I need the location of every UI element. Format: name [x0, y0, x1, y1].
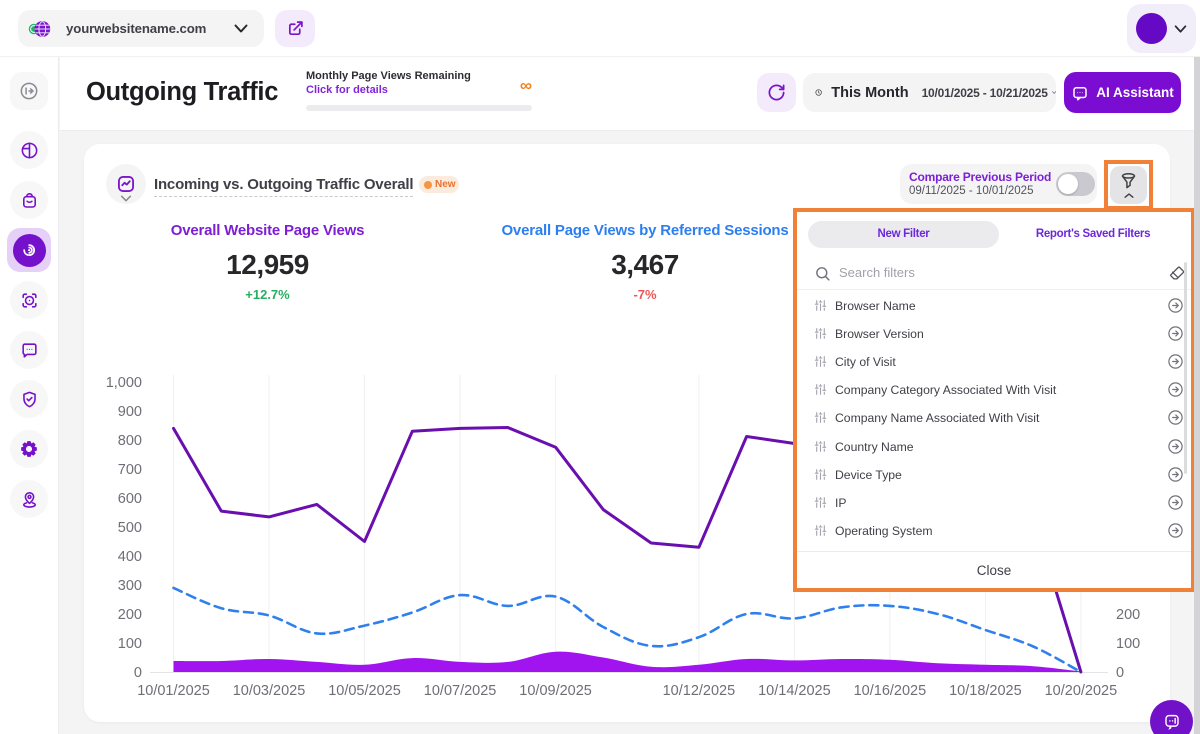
svg-text:100: 100	[118, 636, 142, 652]
svg-text:10/09/2025: 10/09/2025	[519, 683, 592, 699]
svg-text:10/16/2025: 10/16/2025	[854, 683, 927, 699]
svg-text:900: 900	[118, 404, 142, 420]
svg-text:10/07/2025: 10/07/2025	[424, 683, 497, 699]
svg-text:200: 200	[1116, 607, 1140, 623]
svg-text:10/03/2025: 10/03/2025	[233, 683, 306, 699]
svg-text:0: 0	[1116, 665, 1124, 681]
svg-text:400: 400	[118, 549, 142, 565]
svg-text:700: 700	[118, 462, 142, 478]
svg-text:10/18/2025: 10/18/2025	[949, 683, 1022, 699]
svg-text:1,000: 1,000	[106, 375, 142, 391]
svg-text:10/05/2025: 10/05/2025	[328, 683, 401, 699]
svg-text:300: 300	[118, 578, 142, 594]
svg-text:100: 100	[1116, 636, 1140, 652]
svg-text:10/20/2025: 10/20/2025	[1045, 683, 1118, 699]
svg-text:500: 500	[118, 520, 142, 536]
svg-text:10/01/2025: 10/01/2025	[137, 683, 210, 699]
svg-text:200: 200	[118, 607, 142, 623]
svg-text:800: 800	[118, 433, 142, 449]
svg-text:0: 0	[134, 665, 142, 681]
svg-text:600: 600	[118, 491, 142, 507]
svg-text:10/14/2025: 10/14/2025	[758, 683, 831, 699]
svg-text:10/12/2025: 10/12/2025	[663, 683, 736, 699]
